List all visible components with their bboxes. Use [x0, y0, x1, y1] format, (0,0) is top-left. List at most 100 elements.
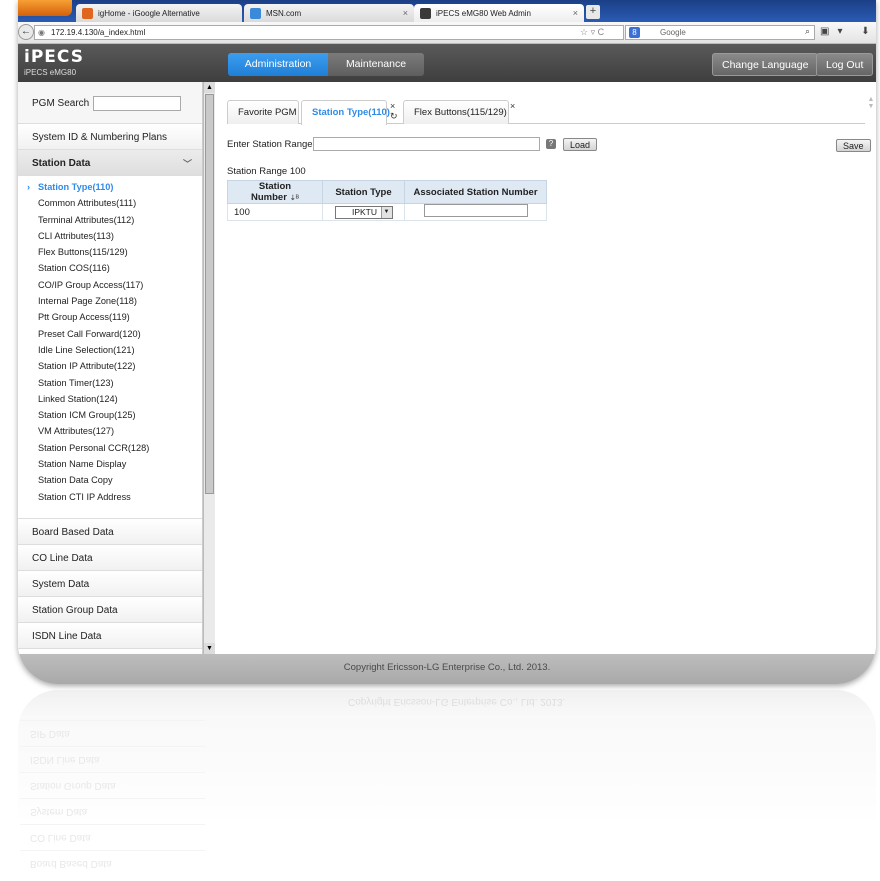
- sidebar-section-station-group-data[interactable]: Station Group Data: [18, 596, 202, 623]
- station-data-menu: › Station Type(110) Common Attributes(111)…: [18, 176, 202, 519]
- close-tab-icon[interactable]: ×: [403, 8, 408, 18]
- back-arrow-icon[interactable]: ←: [18, 24, 34, 40]
- table-row: 100 IPKTU ▼: [227, 203, 547, 221]
- sidebar-item-linked-station-124[interactable]: Linked Station(124): [18, 394, 202, 410]
- table-header-row: Station Number ⇣ᴮ Station Type Associated…: [227, 180, 547, 204]
- tab-favorite-pgm[interactable]: Favorite PGM: [227, 100, 299, 124]
- load-button[interactable]: Load: [563, 138, 598, 151]
- browser-window: igHome - iGoogle Alternative MSN.com × i…: [18, 0, 876, 684]
- pgm-search-input[interactable]: [93, 96, 181, 111]
- reflection-sidebar-row: Board Based Data: [20, 850, 205, 876]
- sidebar-section-board-based-data[interactable]: Board Based Data: [18, 518, 202, 545]
- station-type-table: Station Number ⇣ᴮ Station Type Associated…: [227, 180, 547, 221]
- chevron-down-icon[interactable]: ▼: [380, 206, 392, 218]
- tab-station-type[interactable]: Station Type(110): [301, 100, 390, 125]
- sidebar-item-terminal-attributes-112[interactable]: Terminal Attributes(112): [18, 215, 202, 231]
- sidebar-item-station-icm-group-125[interactable]: Station ICM Group(125): [18, 410, 202, 426]
- main-content: Favorite PGM Station Type(110) × ↻ Flex …: [215, 82, 876, 654]
- sidebar-scrollbar[interactable]: ▲ ▼: [203, 82, 215, 654]
- browser-tab-strip: igHome - iGoogle Alternative MSN.com × i…: [18, 0, 876, 22]
- station-range-input[interactable]: [313, 137, 540, 151]
- content-scroll-arrows[interactable]: ▲ ▼: [866, 96, 876, 126]
- sidebar-item-station-data-copy[interactable]: Station Data Copy: [18, 475, 202, 491]
- sidebar-item-station-ip-attribute-122[interactable]: Station IP Attribute(122): [18, 361, 202, 377]
- sidebar-item-ptt-group-access-119[interactable]: Ptt Group Access(119): [18, 312, 202, 328]
- reflection-sidebar-row: Station Group Data: [20, 772, 205, 798]
- window-reflection: Copyright Ericsson-LG Enterprise Co., Lt…: [18, 690, 876, 881]
- chevron-down-icon: ﹀: [182, 159, 192, 169]
- firefox-menu-button[interactable]: [18, 0, 72, 16]
- address-bar[interactable]: ◉ 172.19.4.130/a_index.html: [34, 25, 624, 40]
- sidebar-item-station-personal-ccr-128[interactable]: Station Personal CCR(128): [18, 443, 202, 459]
- browser-nav-bar: ← ◉ 172.19.4.130/a_index.html ☆ ▿ C 8 Go…: [18, 22, 876, 44]
- ipecs-logo: iPECS: [24, 47, 84, 67]
- reflection-sidebar: SIP Data ISDN Line Data Station Group Data…: [20, 720, 205, 880]
- station-range-label: Enter Station Range :: [227, 139, 318, 150]
- associated-station-input[interactable]: [423, 204, 528, 217]
- station-type-cell: IPKTU ▼: [322, 203, 405, 221]
- search-input[interactable]: 8 Google ⌕: [625, 25, 815, 40]
- sidebar-item-preset-call-forward-120[interactable]: Preset Call Forward(120): [18, 329, 202, 345]
- site-identity-icon: ◉: [38, 28, 45, 37]
- sidebar-item-flex-buttons-115-129[interactable]: Flex Buttons(115/129): [18, 247, 202, 263]
- close-tab-icon[interactable]: ×: [390, 101, 395, 111]
- scroll-down-arrow-icon[interactable]: ▼: [204, 643, 215, 654]
- app-header: iPECS iPECS eMG80 Administration Mainten…: [18, 44, 876, 82]
- reflection-sidebar-row: SIP Data: [20, 720, 205, 746]
- station-range-caption: Station Range 100: [227, 166, 306, 177]
- maintenance-button[interactable]: Maintenance: [328, 53, 424, 76]
- toolbar-icons[interactable]: ▣▾ ⬇ ⌂: [820, 26, 876, 37]
- sidebar-bottom-sections: Board Based Data CO Line Data System Data S…: [18, 518, 202, 654]
- change-language-button[interactable]: Change Language: [712, 53, 819, 76]
- reflection-sidebar-row: CO Line Data: [20, 824, 205, 850]
- sidebar-section-system-data[interactable]: System Data: [18, 570, 202, 597]
- sidebar-item-station-name-display[interactable]: Station Name Display: [18, 459, 202, 475]
- close-tab-icon[interactable]: ×: [573, 8, 578, 18]
- url-toolbar-icons[interactable]: ☆ ▿ C: [580, 27, 604, 38]
- help-icon[interactable]: ?: [546, 139, 556, 149]
- new-tab-button[interactable]: +: [586, 5, 600, 19]
- sort-ascending-icon[interactable]: ⇣ᴮ: [290, 195, 299, 202]
- sidebar-item-co-ip-group-access-117[interactable]: CO/IP Group Access(117): [18, 280, 202, 296]
- scroll-up-arrow-icon[interactable]: ▲: [204, 82, 215, 93]
- sidebar-item-idle-line-selection-121[interactable]: Idle Line Selection(121): [18, 345, 202, 361]
- sidebar-item-internal-page-zone-118[interactable]: Internal Page Zone(118): [18, 296, 202, 312]
- browser-tab-ipecs[interactable]: iPECS eMG80 Web Admin ×: [414, 4, 584, 22]
- search-icon[interactable]: ⌕: [805, 26, 810, 37]
- tab-flex-buttons[interactable]: Flex Buttons(115/129): [403, 100, 509, 124]
- sidebar-section-co-line-data[interactable]: CO Line Data: [18, 544, 202, 571]
- col-station-type: Station Type: [322, 180, 405, 204]
- pgm-search-label: PGM Search: [32, 98, 90, 109]
- sidebar-section-station-data[interactable]: Station Data ﹀: [18, 150, 202, 176]
- reflection-sidebar-row: System Data: [20, 798, 205, 824]
- google-engine-icon[interactable]: 8: [629, 27, 640, 38]
- close-tab-icon[interactable]: ×: [510, 101, 515, 111]
- msn-favicon-icon: [250, 8, 261, 19]
- administration-button[interactable]: Administration: [228, 53, 328, 76]
- sidebar-item-station-type-110[interactable]: › Station Type(110): [18, 182, 202, 198]
- reflection-sidebar-row: ISDN Line Data: [20, 746, 205, 772]
- sidebar-section-system-id[interactable]: System ID & Numbering Plans: [18, 124, 202, 150]
- col-station-number[interactable]: Station Number ⇣ᴮ: [227, 180, 323, 204]
- logout-button[interactable]: Log Out: [816, 53, 874, 76]
- station-type-select[interactable]: IPKTU ▼: [334, 205, 393, 219]
- browser-tab-msn[interactable]: MSN.com ×: [244, 4, 414, 22]
- col-associated-station: Associated Station Number: [404, 180, 547, 204]
- scrollbar-thumb[interactable]: [205, 94, 214, 494]
- sidebar-item-common-attributes-111[interactable]: Common Attributes(111): [18, 198, 202, 214]
- sidebar-item-station-cti-ip-address[interactable]: Station CTI IP Address: [18, 492, 202, 508]
- footer: Copyright Ericsson-LG Enterprise Co., Lt…: [18, 654, 876, 684]
- sidebar-section-isdn-line-data[interactable]: ISDN Line Data: [18, 622, 202, 649]
- pgm-search: PGM Search: [18, 82, 202, 124]
- pgm-tab-bar: Favorite PGM Station Type(110) × ↻ Flex …: [227, 98, 865, 125]
- sidebar-item-station-cos-116[interactable]: Station COS(116): [18, 263, 202, 279]
- station-number-cell: 100: [227, 203, 323, 221]
- save-button[interactable]: Save: [836, 139, 871, 152]
- sidebar-item-station-timer-123[interactable]: Station Timer(123): [18, 378, 202, 394]
- associated-station-cell: [404, 203, 547, 221]
- refresh-icon[interactable]: ↻: [390, 111, 398, 122]
- browser-tab-ighome[interactable]: igHome - iGoogle Alternative: [76, 4, 242, 22]
- sidebar-item-cli-attributes-113[interactable]: CLI Attributes(113): [18, 231, 202, 247]
- sidebar: PGM Search System ID & Numbering Plans S…: [18, 82, 203, 654]
- sidebar-item-vm-attributes-127[interactable]: VM Attributes(127): [18, 426, 202, 442]
